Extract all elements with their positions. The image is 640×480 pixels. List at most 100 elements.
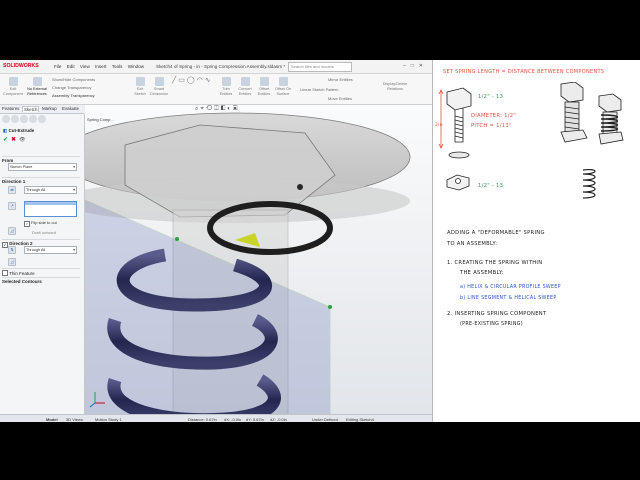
direction-vector-icon[interactable]: ↗ (8, 202, 16, 210)
graphics-area[interactable]: ⌕⌖⟲◫◧◐▣ Spring Comp... (85, 105, 432, 414)
menu-edit[interactable]: Edit (67, 64, 75, 69)
linear-sketch-pattern-button[interactable]: Linear Sketch Pattern (300, 87, 338, 92)
tab-motion-study[interactable]: Motion Study 1 (95, 417, 122, 422)
move-entities-button[interactable]: Move Entities (328, 96, 352, 101)
draft-icon[interactable]: ◿ (8, 227, 16, 235)
show-hide-components-button[interactable]: Show/Hide Components (52, 77, 95, 82)
window-controls[interactable]: –□✕ (403, 63, 428, 69)
status-bar: Model 3D Views Motion Study 1 Distance: … (0, 414, 432, 422)
menu-file[interactable]: File (54, 64, 61, 69)
offset-entities-button[interactable]: Offset Entities (256, 77, 272, 96)
selected-contours-section[interactable]: Selected Contours (2, 277, 80, 284)
menu-bar: File Edit View Insert Tools Window (54, 64, 148, 69)
property-manager: ◧ Cut-Extrude ✔✖👁 From Sketch Plane Dire… (0, 114, 85, 414)
status-dy: dY: 0.67in (246, 416, 264, 422)
dimxpert-tab[interactable] (29, 115, 37, 123)
smart-dimension-icon (154, 77, 164, 86)
command-manager-tabs: Features Sketch Markup Evaluate (0, 105, 84, 114)
exit-sketch-icon (135, 77, 145, 86)
adding-line2: TO AN ASSEMBLY: (447, 241, 498, 247)
feature-tree-tab[interactable] (2, 115, 10, 123)
model-view-svg[interactable] (85, 105, 432, 414)
bolt-sketches (438, 82, 624, 199)
direction1-end-condition-dropdown[interactable]: Through All (24, 186, 77, 194)
title-bar: SOLIDWORKS File Edit View Insert Tools W… (0, 60, 432, 74)
tab-3d-views[interactable]: 3D Views (66, 417, 83, 422)
sketch-tools-icons[interactable]: ╱▭◯◠∿ (172, 77, 212, 83)
adding-line1: ADDING A "DEFORMABLE" SPRING (447, 230, 545, 236)
offset-entities-icon (259, 77, 269, 86)
no-external-references-button[interactable]: No External References (26, 77, 48, 96)
preview-eye-icon[interactable]: 👁 (19, 137, 25, 143)
item1-line2: THE ASSEMBLY: (460, 270, 504, 276)
video-frame: SOLIDWORKS File Edit View Insert Tools W… (0, 60, 640, 422)
exit-sketch-button[interactable]: Exit Sketch (132, 77, 148, 96)
spring-bolt-drawing (598, 93, 624, 145)
trim-entities-icon (221, 77, 231, 86)
thin-feature-section[interactable]: Thin Feature (2, 268, 80, 276)
edit-component-button[interactable]: Edit Component (2, 77, 24, 96)
tab-model[interactable]: Model (46, 417, 58, 422)
mirror-entities-button[interactable]: Mirror Entities (328, 77, 353, 82)
convert-entities-button[interactable]: Convert Entities (236, 77, 254, 96)
change-transparency-button[interactable]: Change Transparency (52, 85, 91, 90)
configuration-tab[interactable] (20, 115, 28, 123)
edit-component-icon (8, 77, 18, 86)
feature-title: ◧ Cut-Extrude (3, 128, 35, 133)
direction1-selection-box[interactable] (24, 201, 77, 217)
tab-features[interactable]: Features (2, 106, 19, 111)
search-input[interactable]: Search files and models (288, 62, 352, 72)
loose-spring-drawing (582, 168, 596, 199)
tab-sketch[interactable]: Sketch (22, 106, 40, 112)
selection-highlight (25, 202, 76, 205)
display-delete-relations-button[interactable]: Display/Delete Relations (378, 82, 412, 91)
flyout-feature-tree[interactable]: Spring Comp... (87, 117, 114, 122)
from-dropdown[interactable]: Sketch Plane (8, 163, 77, 171)
offset-on-surface-button[interactable]: Offset On Surface (274, 77, 292, 96)
property-manager-tab[interactable] (11, 115, 19, 123)
manager-pane-tabs (2, 115, 47, 125)
nut-drawing (446, 174, 470, 191)
checkbox-box: ✓ (24, 221, 30, 227)
menu-view[interactable]: View (80, 64, 90, 69)
trim-entities-button[interactable]: Trim Entities (218, 77, 234, 96)
direction1-section-header[interactable]: Direction 1 (2, 177, 80, 184)
dim-2in-label: 2in (435, 123, 443, 128)
offset-on-surface-icon (278, 77, 288, 86)
direction2-end-condition-dropdown[interactable]: Through All (24, 246, 77, 254)
tab-markup[interactable]: Markup (42, 106, 57, 111)
command-manager-ribbon: Edit Component No External References Sh… (0, 74, 432, 105)
notes-heading: SET SPRING LENGTH = DISTANCE BETWEEN COM… (443, 69, 605, 75)
ok-check-icon[interactable]: ✔ (3, 137, 8, 143)
bolt-drawing (446, 87, 472, 159)
thin-feature-checkbox[interactable] (2, 270, 8, 276)
smart-dimension-button[interactable]: Smart Dimension (150, 77, 168, 96)
from-section-header[interactable]: From (2, 156, 80, 163)
heads-up-view-toolbar[interactable]: ⌕⌖⟲◫◧◐▣ (195, 106, 240, 114)
status-defined: Under Defined (312, 416, 338, 422)
document-title: Sketch4 of Spring - in - Spring Compress… (156, 64, 286, 69)
whiteboard-notes: SET SPRING LENGTH = DISTANCE BETWEEN COM… (433, 60, 640, 422)
sketch-point[interactable] (175, 237, 179, 241)
assembled-bolt-drawing (560, 82, 588, 143)
menu-tools[interactable]: Tools (112, 64, 123, 69)
assembly-transparency-dropdown[interactable]: Assembly Transparency (52, 93, 95, 98)
bolt-size-label: 1/2" - 13 (478, 94, 504, 100)
menu-insert[interactable]: Insert (95, 64, 107, 69)
tab-evaluate[interactable]: Evaluate (62, 106, 79, 111)
origin-marker[interactable] (297, 184, 303, 190)
item2-line2: (PRE-EXISTING SPRING) (460, 322, 523, 327)
diameter-label: DIAMETER: 1/2" (471, 113, 517, 119)
sketch-point[interactable] (328, 305, 332, 309)
reverse-direction-icon[interactable]: ⇄ (8, 186, 16, 194)
nut-size-label: 1/2" - 13 (478, 183, 504, 189)
direction2-icon[interactable]: ⇅ (8, 246, 16, 254)
convert-entities-icon (240, 77, 250, 86)
flip-side-checkbox[interactable]: ✓ Flip side to cut (24, 220, 57, 227)
solidworks-window: SOLIDWORKS File Edit View Insert Tools W… (0, 60, 433, 422)
cancel-x-icon[interactable]: ✖ (11, 137, 16, 143)
display-manager-tab[interactable] (38, 115, 46, 123)
draft2-icon[interactable]: ◿ (8, 258, 16, 266)
menu-window[interactable]: Window (128, 64, 144, 69)
status-dx: dX: -0.0in (224, 416, 242, 422)
